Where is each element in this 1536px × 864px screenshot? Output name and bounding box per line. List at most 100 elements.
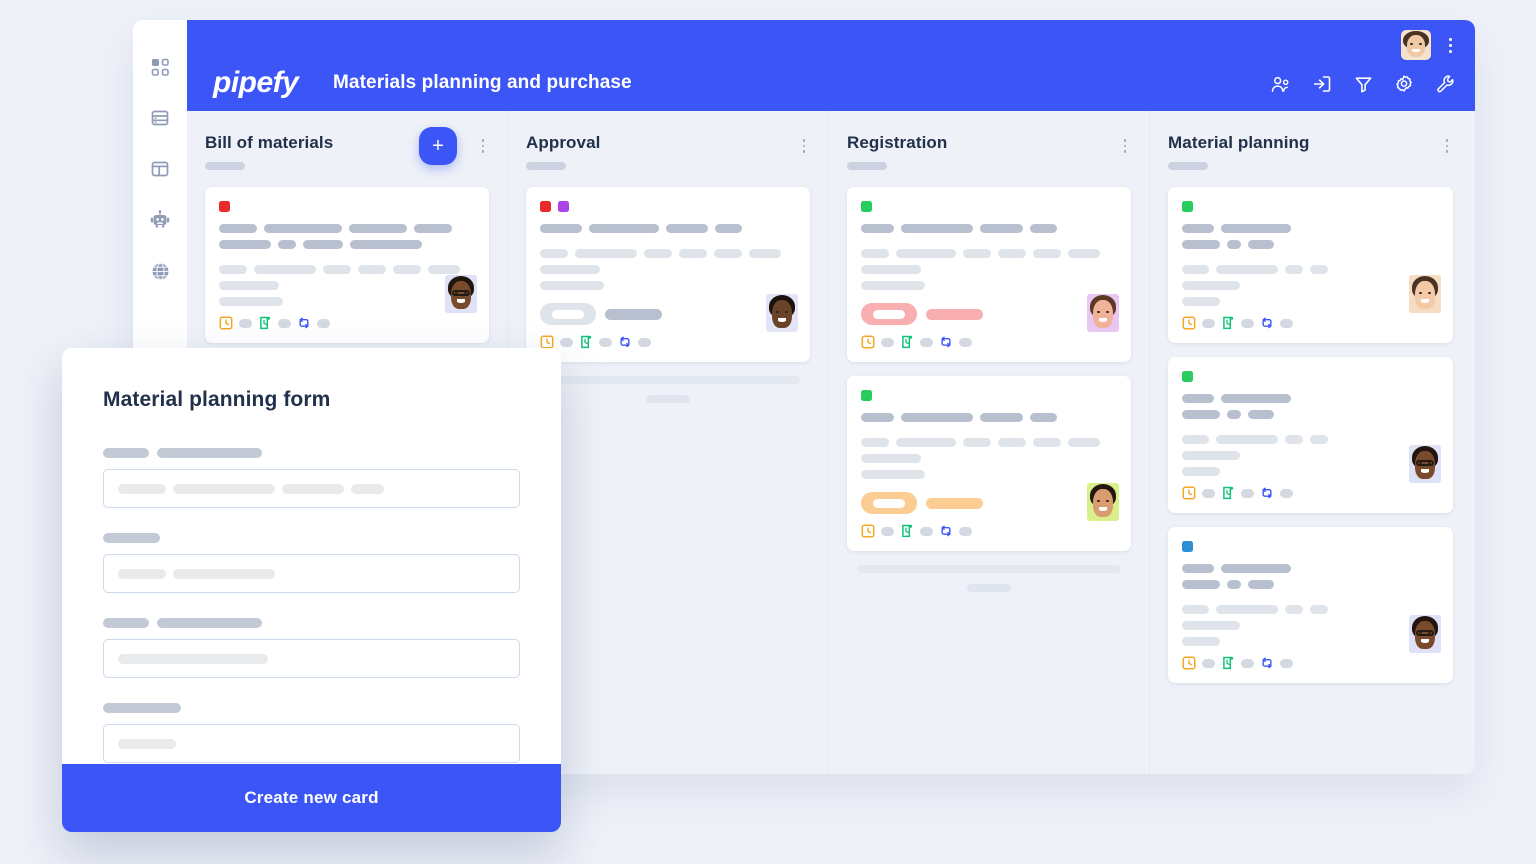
add-card-button[interactable]: + (419, 127, 457, 165)
avatar-face (1401, 30, 1431, 60)
column-more-options-button[interactable] (1441, 137, 1453, 155)
field-input[interactable] (103, 724, 520, 763)
sla-clock-icon-wrap[interactable] (1221, 656, 1235, 670)
card-detail-skeleton-row (861, 281, 1117, 290)
avatar[interactable] (1401, 30, 1431, 60)
card-title-skeleton-row (540, 224, 796, 233)
field-input[interactable] (103, 469, 520, 508)
due-date-icon (1182, 486, 1196, 500)
sla-clock-icon-wrap[interactable] (900, 524, 914, 538)
due-date-icon-wrap[interactable] (1182, 656, 1196, 670)
board-card[interactable] (847, 376, 1131, 551)
filter-button[interactable] (1353, 74, 1373, 94)
board-card[interactable] (1168, 357, 1453, 513)
card-footer-pill (239, 318, 252, 328)
connection-icon-wrap[interactable] (1260, 486, 1274, 500)
board-card[interactable] (526, 187, 810, 362)
more-options-icon (1445, 139, 1449, 142)
sla-clock-icon-wrap[interactable] (258, 316, 272, 330)
due-date-icon-wrap[interactable] (861, 335, 875, 349)
import-icon (1313, 76, 1331, 92)
due-date-icon-wrap[interactable] (1182, 316, 1196, 330)
card-labels (540, 201, 796, 212)
sidebar-item-layout[interactable] (147, 156, 173, 182)
board-column: Material planning (1150, 111, 1471, 774)
modal-title: Material planning form (103, 388, 331, 411)
sla-clock-icon-wrap[interactable] (1221, 316, 1235, 330)
avatar-pink (1087, 294, 1119, 332)
sidebar-item-public[interactable] (147, 258, 173, 284)
column-header: Approval (526, 111, 810, 187)
sla-clock-icon-wrap[interactable] (1221, 486, 1235, 500)
card-labels (861, 390, 1117, 401)
create-new-card-button[interactable]: Create new card (62, 764, 561, 832)
globe-icon (152, 262, 168, 280)
card-badge-pill (540, 303, 596, 325)
card-labels (1182, 201, 1439, 212)
import-button[interactable] (1312, 74, 1332, 94)
board-card[interactable] (847, 187, 1131, 362)
card-assignee-avatar[interactable] (1409, 615, 1441, 653)
card-title-skeleton-row (219, 224, 475, 233)
sla-clock-icon-wrap[interactable] (579, 335, 593, 349)
board-card[interactable] (1168, 527, 1453, 683)
connection-icon-wrap[interactable] (939, 335, 953, 349)
due-date-icon (540, 335, 554, 349)
card-title-skeleton-row (1182, 394, 1439, 403)
members-button[interactable] (1271, 74, 1291, 94)
sidebar-item-automations[interactable] (147, 207, 173, 233)
form-field (103, 703, 520, 763)
connection-icon-wrap[interactable] (1260, 316, 1274, 330)
card-label-chip (219, 201, 230, 212)
header-more-options-button[interactable] (1443, 34, 1457, 56)
due-date-icon-wrap[interactable] (1182, 486, 1196, 500)
sidebar-item-dashboard[interactable] (147, 54, 173, 80)
column-more-options-button[interactable] (1119, 137, 1131, 155)
column-load-more-pill[interactable] (646, 395, 690, 403)
card-label-chip (1182, 201, 1193, 212)
card-footer-pill (1241, 658, 1254, 668)
card-assignee-avatar[interactable] (1087, 294, 1119, 332)
card-assignee-avatar[interactable] (1409, 445, 1441, 483)
card-detail-skeleton-row (540, 265, 796, 274)
settings-button[interactable] (1394, 74, 1414, 94)
card-label-chip (540, 201, 551, 212)
connection-icon-wrap[interactable] (939, 524, 953, 538)
card-body-skeleton-row (861, 438, 1117, 447)
card-badge (861, 303, 1117, 325)
board-card[interactable] (1168, 187, 1453, 343)
field-label-skeleton (103, 533, 520, 543)
board-card[interactable] (205, 187, 489, 343)
sidebar-item-database[interactable] (147, 105, 173, 131)
column-load-more-skeleton (536, 376, 800, 384)
due-date-icon (861, 335, 875, 349)
card-assignee-avatar[interactable] (1087, 483, 1119, 521)
card-assignee-avatar[interactable] (1409, 275, 1441, 313)
pipefy-logo: pipefy (213, 66, 299, 99)
card-title-skeleton-row (1182, 240, 1439, 249)
connection-icon-wrap[interactable] (297, 316, 311, 330)
due-date-icon-wrap[interactable] (861, 524, 875, 538)
connection-icon (1262, 317, 1272, 329)
due-date-icon-wrap[interactable] (219, 316, 233, 330)
column-title: Material planning (1168, 133, 1310, 152)
column-more-options-button[interactable] (477, 137, 489, 155)
sla-clock-icon-wrap[interactable] (900, 335, 914, 349)
connection-icon-wrap[interactable] (618, 335, 632, 349)
connection-icon-wrap[interactable] (1260, 656, 1274, 670)
card-label-chip (861, 201, 872, 212)
card-assignee-avatar[interactable] (766, 294, 798, 332)
card-footer-pill (959, 337, 972, 347)
field-input[interactable] (103, 554, 520, 593)
column-load-more-pill[interactable] (967, 584, 1011, 592)
card-title-skeleton-row (861, 224, 1117, 233)
card-assignee-avatar[interactable] (445, 275, 477, 313)
field-input[interactable] (103, 639, 520, 678)
page-title: Materials planning and purchase (333, 72, 632, 93)
column-more-options-button[interactable] (798, 137, 810, 155)
tools-button[interactable] (1435, 74, 1455, 94)
connection-icon (941, 336, 951, 348)
card-detail-skeleton-row (861, 470, 1117, 479)
due-date-icon-wrap[interactable] (540, 335, 554, 349)
field-label-skeleton (103, 448, 520, 458)
